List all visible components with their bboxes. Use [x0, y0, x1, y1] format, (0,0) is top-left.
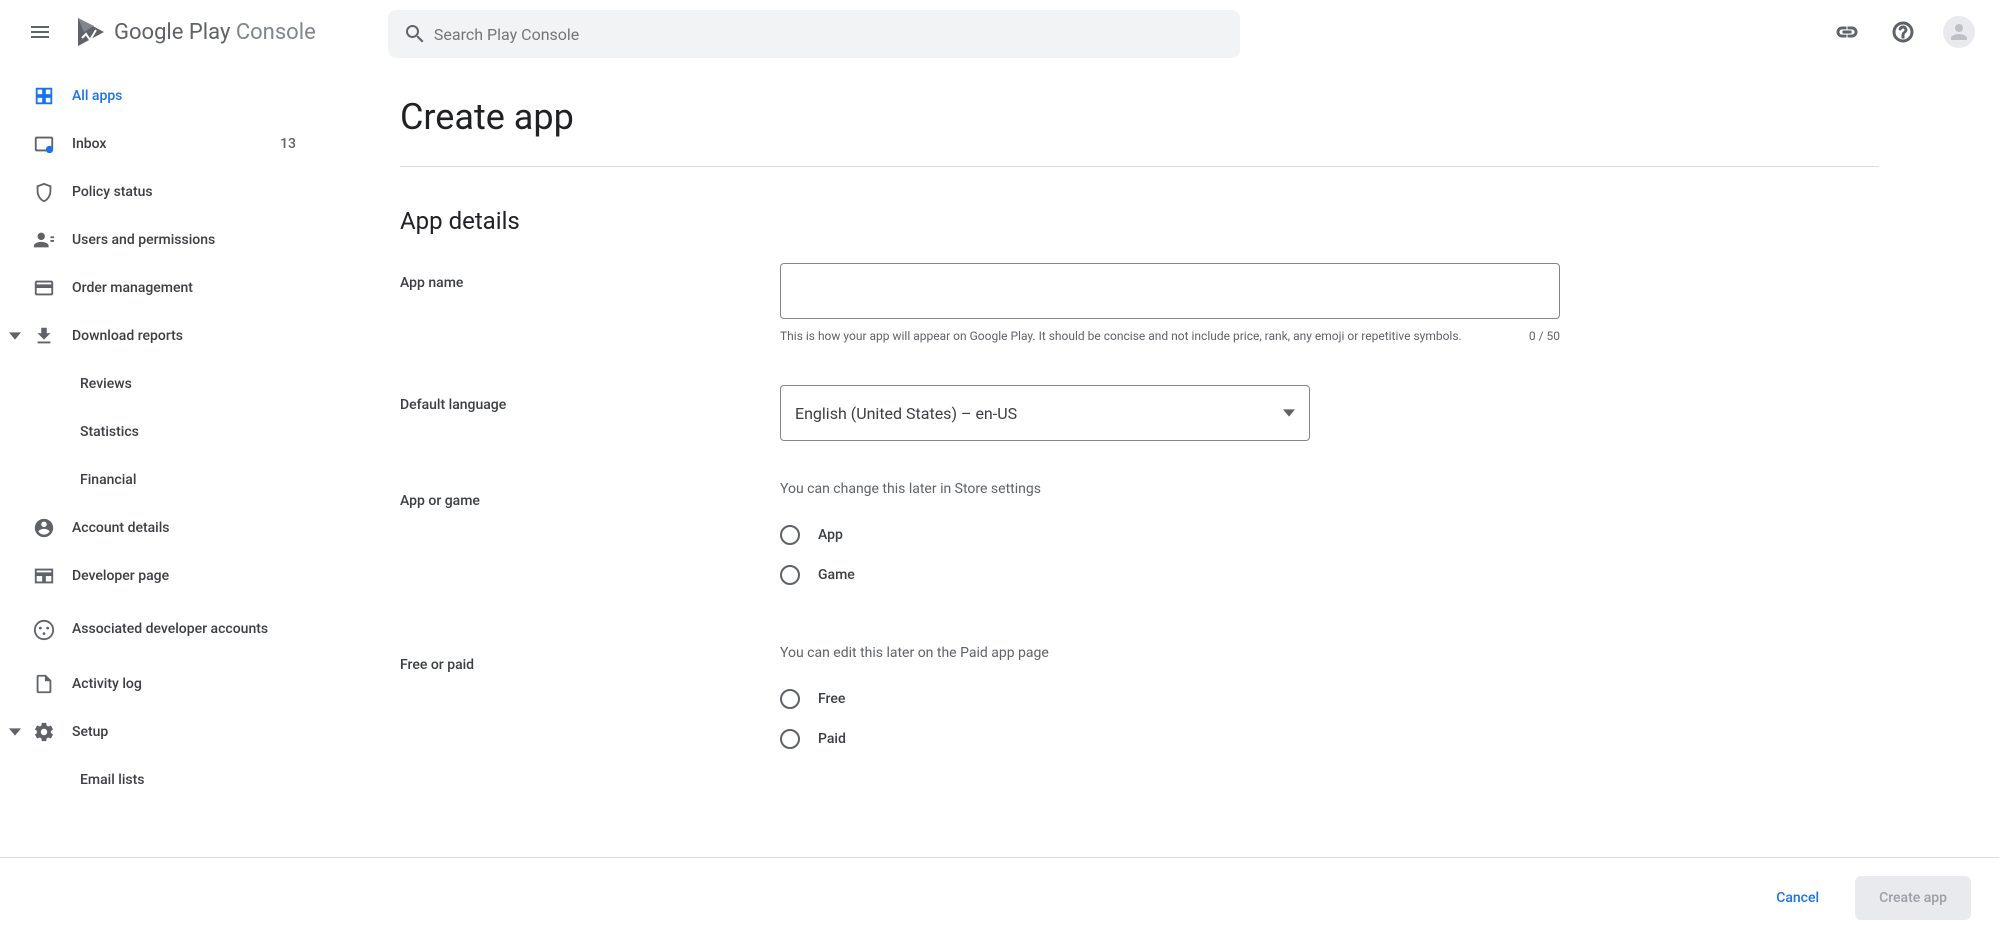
sidebar-item-inbox[interactable]: Inbox 13: [0, 120, 320, 168]
radio-icon: [780, 729, 800, 749]
app-header: Google Play Console: [0, 0, 1999, 64]
link-button[interactable]: [1823, 8, 1871, 56]
chevron-down-icon: [6, 726, 24, 738]
free-or-paid-hint: You can edit this later on the Paid app …: [780, 645, 1560, 661]
inbox-icon: [32, 132, 56, 156]
sidebar-item-all-apps[interactable]: All apps: [0, 72, 320, 120]
sidebar-item-activity-log[interactable]: Activity log: [0, 660, 320, 708]
sidebar-item-download-reports[interactable]: Download reports: [0, 312, 320, 360]
card-icon: [32, 276, 56, 300]
search-icon: [396, 22, 434, 46]
radio-icon: [780, 525, 800, 545]
inbox-count-badge: 13: [280, 136, 304, 152]
download-icon: [32, 324, 56, 348]
sidebar-label: Activity log: [72, 676, 304, 692]
radio-icon: [780, 565, 800, 585]
sidebar-sub-email-lists[interactable]: Email lists: [0, 756, 320, 804]
sidebar-label: Financial: [80, 472, 136, 488]
sidebar-item-order[interactable]: Order management: [0, 264, 320, 312]
search-bar[interactable]: [388, 10, 1240, 58]
play-logo-icon: [76, 16, 106, 48]
sidebar-label: Developer page: [72, 568, 304, 584]
create-app-button[interactable]: Create app: [1855, 876, 1971, 920]
logo[interactable]: Google Play Console: [76, 16, 316, 48]
sidebar-item-developer-page[interactable]: Developer page: [0, 552, 320, 600]
sidebar-label: Order management: [72, 280, 304, 296]
footer-bar: Cancel Create app: [0, 857, 1999, 937]
label-app-name: App name: [400, 263, 780, 345]
sidebar-item-policy-status[interactable]: Policy status: [0, 168, 320, 216]
sidebar-label: Reviews: [80, 376, 132, 392]
help-button[interactable]: [1879, 8, 1927, 56]
users-icon: [32, 228, 56, 252]
radio-free[interactable]: Free: [780, 689, 1560, 709]
document-icon: [32, 672, 56, 696]
gear-icon: [32, 720, 56, 744]
radio-app[interactable]: App: [780, 525, 1560, 545]
sidebar-label: Setup: [72, 724, 304, 740]
label-app-or-game: App or game: [400, 481, 780, 605]
radio-paid[interactable]: Paid: [780, 729, 1560, 749]
sidebar-label: Policy status: [72, 184, 304, 200]
sidebar-label: Associated developer accounts: [72, 620, 304, 640]
page-title: Create app: [400, 96, 1879, 138]
radio-label: Paid: [818, 731, 846, 747]
sidebar-item-associated[interactable]: Associated developer accounts: [0, 600, 320, 660]
cancel-button[interactable]: Cancel: [1752, 876, 1843, 920]
link-icon: [1835, 20, 1859, 44]
sidebar-sub-statistics[interactable]: Statistics: [0, 408, 320, 456]
section-title-app-details: App details: [400, 207, 1879, 235]
sidebar-sub-reviews[interactable]: Reviews: [0, 360, 320, 408]
help-icon: [1891, 20, 1915, 44]
main-content: Create app App details App name This is …: [320, 64, 1999, 857]
select-value: English (United States) – en-US: [795, 404, 1283, 423]
sidebar-item-setup[interactable]: Setup: [0, 708, 320, 756]
sidebar-item-account-details[interactable]: Account details: [0, 504, 320, 552]
search-input[interactable]: [434, 25, 1232, 44]
menu-button[interactable]: [16, 8, 64, 56]
sidebar-label: Download reports: [72, 328, 304, 344]
radio-label: Game: [818, 567, 855, 583]
app-name-input[interactable]: [780, 263, 1560, 319]
sidebar: All apps Inbox 13 Policy status Users an…: [0, 64, 320, 857]
sidebar-label: All apps: [72, 88, 304, 104]
page-icon: [32, 564, 56, 588]
sidebar-label: Account details: [72, 520, 304, 536]
apps-icon: [32, 84, 56, 108]
account-icon: [32, 516, 56, 540]
logo-text: Google Play Console: [114, 20, 316, 45]
label-free-or-paid: Free or paid: [400, 645, 780, 769]
sidebar-sub-financial[interactable]: Financial: [0, 456, 320, 504]
sidebar-label: Inbox: [72, 136, 280, 152]
radio-game[interactable]: Game: [780, 565, 1560, 585]
sidebar-label: Email lists: [80, 772, 144, 788]
app-name-helper: This is how your app will appear on Goog…: [780, 327, 1480, 345]
sidebar-label: Statistics: [80, 424, 139, 440]
account-avatar[interactable]: [1943, 16, 1975, 48]
sidebar-label: Users and permissions: [72, 232, 304, 248]
hamburger-icon: [28, 20, 52, 44]
app-name-counter: 0 / 50: [1529, 327, 1560, 345]
radio-label: Free: [818, 691, 845, 707]
radio-icon: [780, 689, 800, 709]
chevron-down-icon: [6, 330, 24, 342]
person-icon: [1947, 20, 1971, 44]
app-or-game-hint: You can change this later in Store setti…: [780, 481, 1560, 497]
shield-icon: [32, 180, 56, 204]
default-language-select[interactable]: English (United States) – en-US: [780, 385, 1310, 441]
label-default-language: Default language: [400, 385, 780, 441]
divider: [400, 166, 1879, 167]
radio-label: App: [818, 527, 843, 543]
sidebar-item-users[interactable]: Users and permissions: [0, 216, 320, 264]
group-icon: [32, 618, 56, 642]
dropdown-arrow-icon: [1283, 404, 1295, 423]
